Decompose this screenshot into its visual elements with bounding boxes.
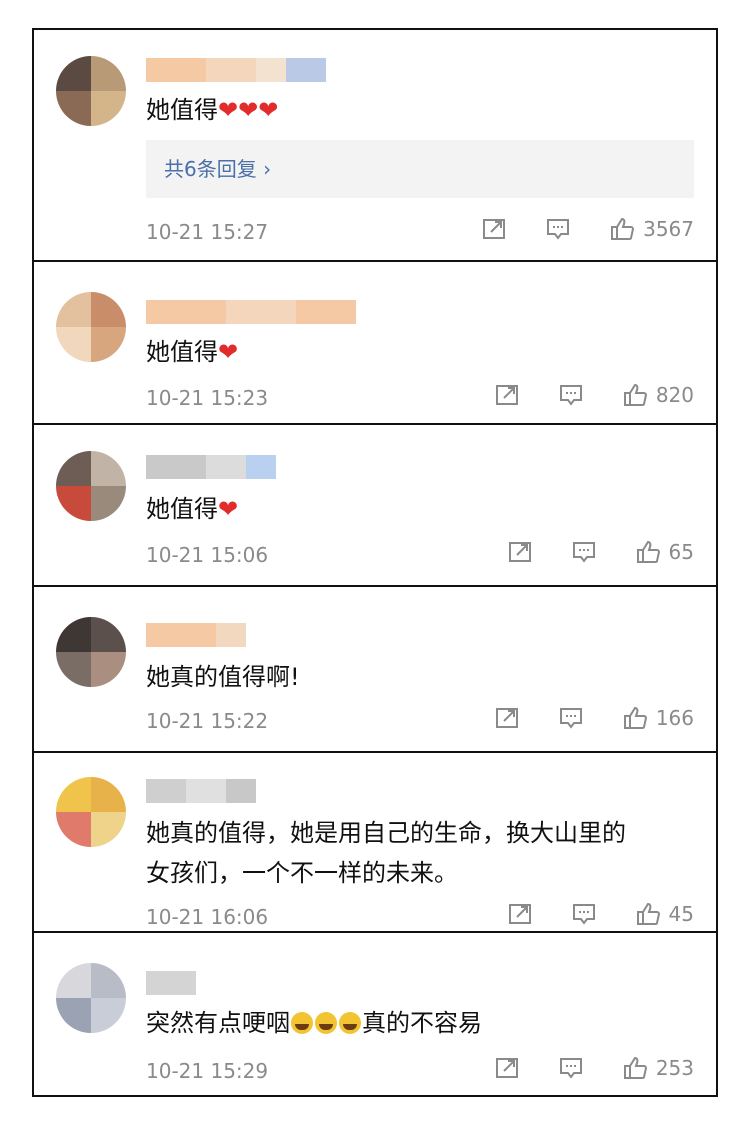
comment-card: 她真的值得，她是用自己的生命，换大山里的 女孩们，一个不一样的未来。 10-21…: [32, 751, 718, 933]
action-bar: 45: [507, 901, 694, 927]
avatar[interactable]: [56, 963, 126, 1033]
timestamp: 10-21 15:22: [146, 709, 269, 733]
heart-icon: ❤: [218, 96, 239, 124]
comment-icon[interactable]: [558, 1055, 584, 1081]
like-button[interactable]: 65: [635, 539, 694, 565]
share-icon[interactable]: [494, 382, 520, 408]
heart-icon: ❤: [218, 495, 239, 523]
crying-emoji-icon: [339, 1012, 361, 1034]
like-button[interactable]: 166: [622, 705, 694, 731]
username-blurred[interactable]: [146, 300, 356, 324]
share-icon[interactable]: [494, 705, 520, 731]
share-icon[interactable]: [494, 1055, 520, 1081]
username-blurred[interactable]: [146, 971, 196, 995]
heart-icon: ❤: [258, 96, 279, 124]
comment-icon[interactable]: [571, 539, 597, 565]
share-icon[interactable]: [507, 539, 533, 565]
comment-text: 女孩们，一个不一样的未来。: [146, 859, 458, 887]
thumbs-up-icon: [622, 705, 648, 731]
action-bar: 65: [507, 539, 694, 565]
comment-card: 突然有点哽咽 真的不容易 10-21 15:29 253: [32, 931, 718, 1097]
like-button[interactable]: 45: [635, 901, 694, 927]
comment-text: 突然有点哽咽 真的不容易: [146, 1009, 482, 1037]
username-blurred[interactable]: [146, 623, 246, 647]
timestamp: 10-21 15:23: [146, 386, 269, 410]
action-bar: 820: [494, 382, 694, 408]
action-bar: 3567: [481, 216, 694, 242]
like-count: 166: [655, 706, 694, 730]
timestamp: 10-21 15:06: [146, 543, 269, 567]
avatar[interactable]: [56, 451, 126, 521]
like-count: 253: [655, 1056, 694, 1080]
share-icon[interactable]: [507, 901, 533, 927]
username-blurred[interactable]: [146, 779, 256, 803]
thumbs-up-icon: [635, 901, 661, 927]
action-bar: 166: [494, 705, 694, 731]
comment-text: 她真的值得，她是用自己的生命，换大山里的: [146, 819, 626, 847]
like-count: 3567: [643, 217, 694, 241]
comment-text: 她值得❤❤❤: [146, 96, 279, 124]
timestamp: 10-21 15:27: [146, 220, 269, 244]
timestamp: 10-21 16:06: [146, 905, 269, 929]
like-count: 65: [668, 540, 694, 564]
thumbs-up-icon: [622, 1055, 648, 1081]
like-button[interactable]: 820: [622, 382, 694, 408]
comment-text: 她真的值得啊!: [146, 663, 300, 691]
avatar[interactable]: [56, 617, 126, 687]
like-button[interactable]: 253: [622, 1055, 694, 1081]
action-bar: 253: [494, 1055, 694, 1081]
username-blurred[interactable]: [146, 58, 326, 82]
timestamp: 10-21 15:29: [146, 1059, 269, 1083]
comment-icon[interactable]: [558, 705, 584, 731]
share-icon[interactable]: [481, 216, 507, 242]
comment-icon[interactable]: [545, 216, 571, 242]
comment-card: 她值得❤❤❤ 共6条回复 › 10-21 15:27 3567: [32, 28, 718, 262]
avatar[interactable]: [56, 777, 126, 847]
crying-emoji-icon: [291, 1012, 313, 1034]
comment-card: 她真的值得啊! 10-21 15:22 166: [32, 585, 718, 753]
like-button[interactable]: 3567: [609, 216, 694, 242]
comment-icon[interactable]: [571, 901, 597, 927]
avatar[interactable]: [56, 56, 126, 126]
heart-icon: ❤: [238, 96, 259, 124]
comment-card: 她值得❤ 10-21 15:23 820: [32, 260, 718, 425]
crying-emoji-icon: [315, 1012, 337, 1034]
thumbs-up-icon: [635, 539, 661, 565]
comment-card: 她值得❤ 10-21 15:06 65: [32, 423, 718, 587]
heart-icon: ❤: [218, 338, 239, 366]
comment-text: 她值得❤: [146, 338, 239, 366]
username-blurred[interactable]: [146, 455, 276, 479]
avatar[interactable]: [56, 292, 126, 362]
like-count: 820: [655, 383, 694, 407]
thumbs-up-icon: [609, 216, 635, 242]
view-replies-link[interactable]: 共6条回复 ›: [146, 140, 694, 198]
like-count: 45: [668, 902, 694, 926]
comment-text: 她值得❤: [146, 495, 239, 523]
thumbs-up-icon: [622, 382, 648, 408]
comment-icon[interactable]: [558, 382, 584, 408]
